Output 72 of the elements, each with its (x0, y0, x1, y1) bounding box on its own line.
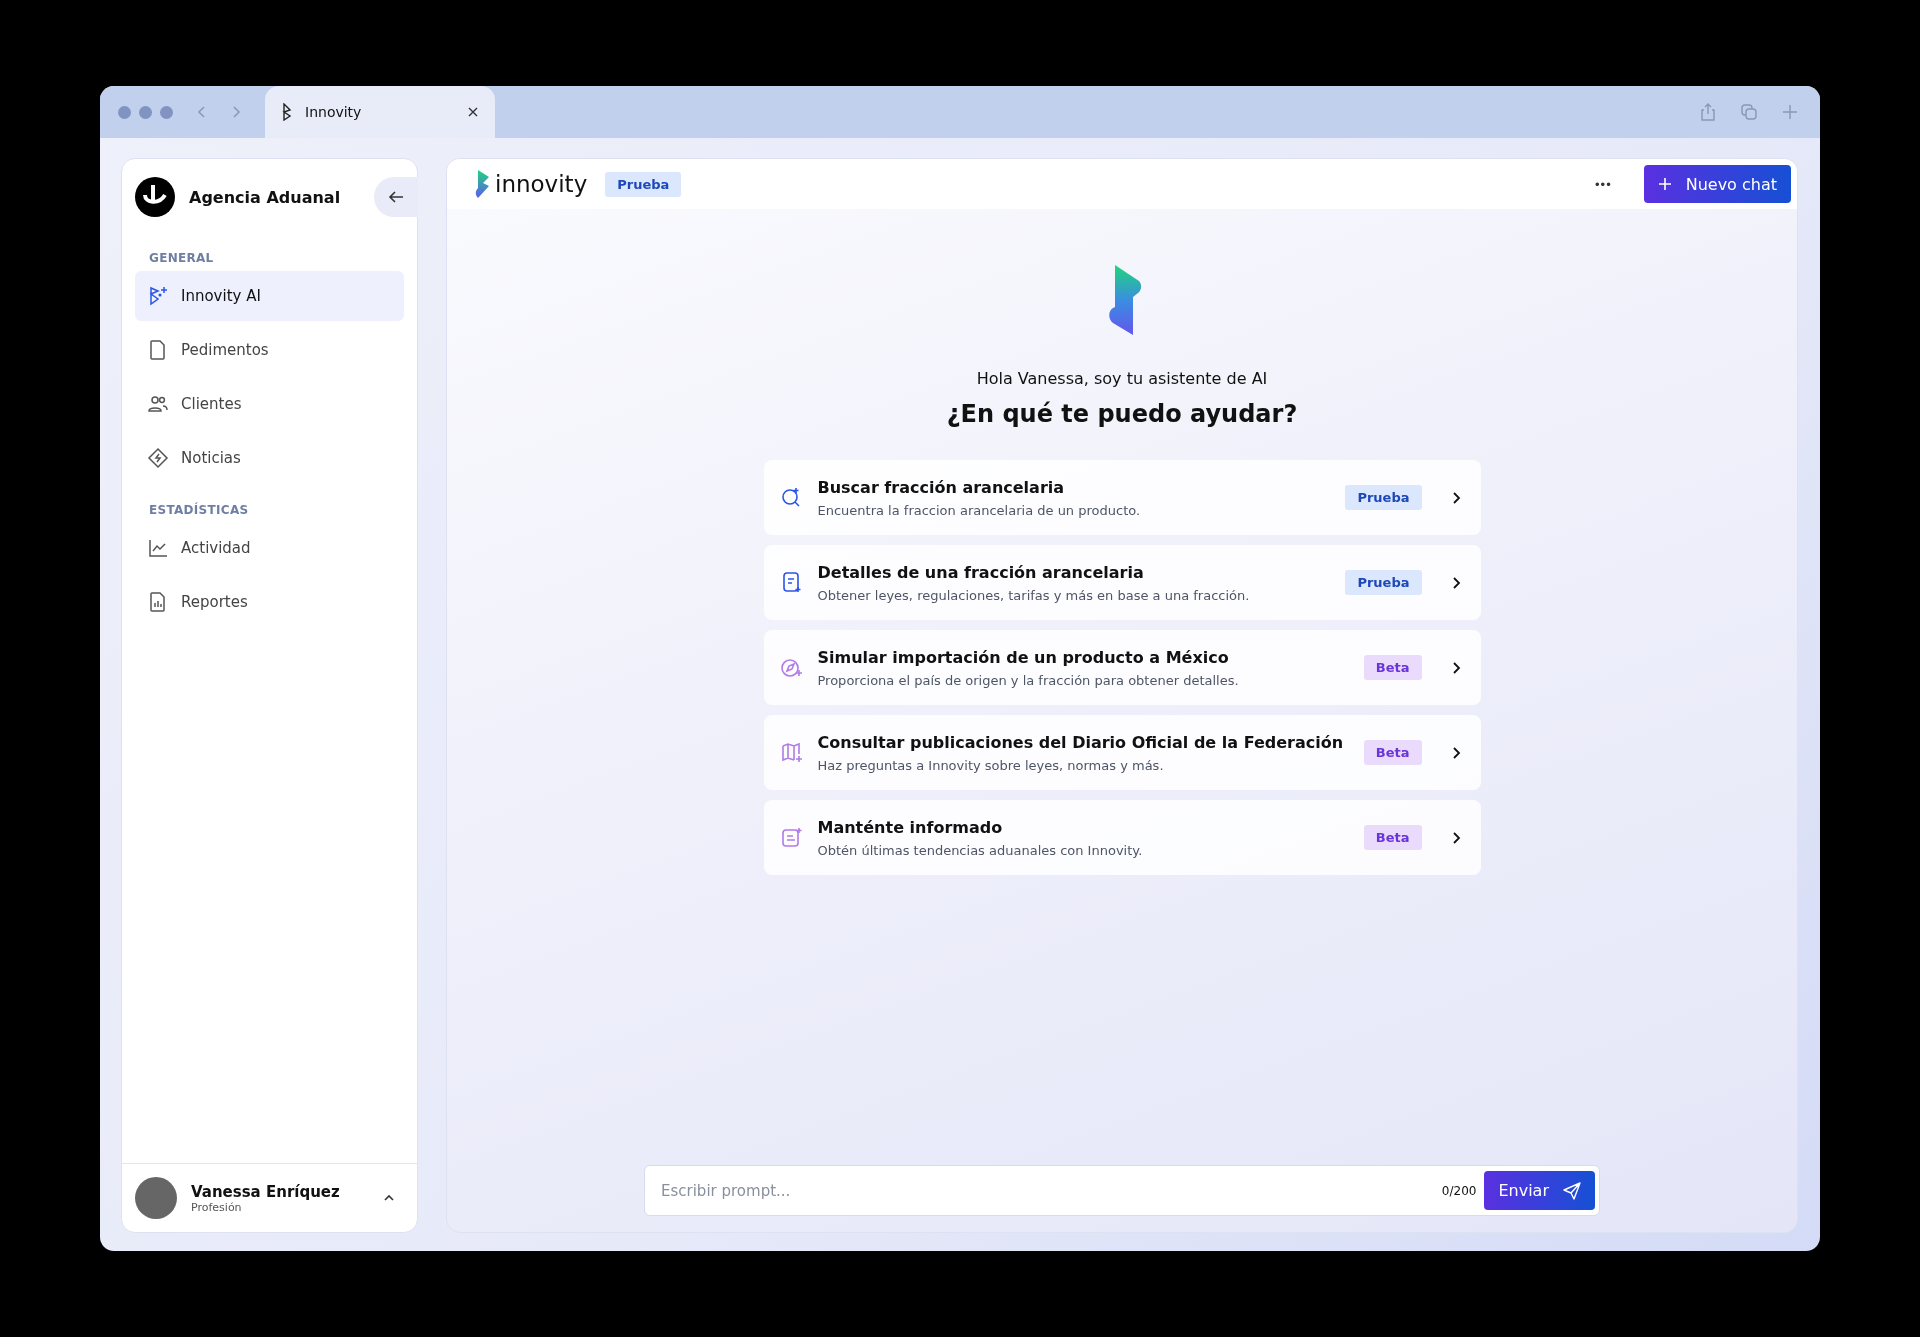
diamond-icon (147, 447, 169, 469)
status-badge: Prueba (1345, 570, 1422, 595)
sidebar-item[interactable]: Actividad (135, 523, 404, 573)
status-badge: Beta (1363, 655, 1422, 680)
prompt-field[interactable]: Escribir prompt... 0/200 Enviar (644, 1165, 1600, 1216)
section-heading: ESTADÍSTICAS (148, 503, 250, 519)
back-icon[interactable] (197, 105, 207, 119)
card-description: Obtén últimas tendencias aduanales con Innovity. (817, 842, 1144, 858)
sidebar-item[interactable]: Reportes (135, 577, 404, 627)
card-title: Manténte informado (817, 817, 1004, 837)
chevron-right-icon (1451, 490, 1461, 505)
window-control-icon[interactable] (139, 105, 152, 119)
greeting-text: Hola Vanessa, soy tu asistente de AI (976, 369, 1268, 388)
org-logo-icon (135, 177, 175, 217)
tabs-icon[interactable] (1740, 103, 1758, 121)
plus-icon (1657, 177, 1672, 191)
brand-name: innovity (495, 171, 588, 197)
status-badge: Prueba (1345, 485, 1422, 510)
sparkle-logo-icon (147, 285, 169, 307)
user-menu[interactable]: Vanessa Enríquez Profesión (122, 1163, 417, 1232)
logo-mark-icon (475, 169, 491, 199)
window-control-icon[interactable] (118, 105, 131, 119)
share-icon[interactable] (1700, 103, 1716, 121)
plus-icon[interactable] (1782, 104, 1798, 120)
character-counter: 0/200 (1441, 1183, 1477, 1198)
chevron-right-icon (1451, 745, 1461, 760)
arrow-left-icon (388, 190, 404, 204)
collapse-sidebar-button[interactable] (374, 177, 418, 217)
card-title: Buscar fracción arancelaria (817, 477, 1066, 497)
book-sparkle-icon (779, 740, 804, 765)
suggestion-card[interactable]: Consultar publicaciones del Diario Oficial de la Federación Haz preguntas a Innovity sobre leyes, normas y más. Beta (763, 715, 1481, 790)
chevron-right-icon (1451, 830, 1461, 845)
new-chat-button[interactable]: Nuevo chat (1643, 165, 1791, 203)
sidebar-item[interactable]: Noticias (135, 433, 404, 483)
chart-line-icon (147, 537, 169, 559)
suggestion-card[interactable]: Simular importación de un producto a México Proporciona el país de origen y la fracción para obtener detalles. Beta (763, 630, 1481, 705)
browser-tab[interactable]: Innovity (265, 86, 495, 138)
avatar (135, 1177, 177, 1219)
users-icon (147, 393, 169, 415)
suggestion-card[interactable]: Manténte informado Obtén últimas tendencias aduanales con Innovity. Beta (763, 800, 1481, 875)
heading: ¿En qué te puedo ayudar? (946, 400, 1298, 428)
card-description: Obtener leyes, regulaciones, tarifas y más en base a una fracción. (817, 587, 1251, 603)
news-sparkle-icon (779, 825, 804, 850)
logo-mark-icon (1109, 265, 1143, 335)
user-role: Profesión (191, 1200, 243, 1214)
logo-icon (281, 103, 293, 121)
card-description: Proporciona el país de origen y la fracción para obtener detalles. (817, 672, 1240, 688)
more-button[interactable]: ••• (1589, 175, 1618, 193)
suggestion-card[interactable]: Detalles de una fracción arancelaria Obtener leyes, regulaciones, tarifas y más en base a una fracción. Prueba (763, 545, 1481, 620)
suggestion-card[interactable]: Buscar fracción arancelaria Encuentra la fraccion arancelaria de un producto. Prueba (763, 460, 1481, 535)
status-badge: Beta (1363, 740, 1422, 765)
sidebar-item[interactable]: Innovity AI (135, 271, 404, 321)
chevron-up-icon (383, 1194, 395, 1202)
send-icon (1563, 1181, 1581, 1200)
chevron-right-icon (1451, 575, 1461, 590)
card-title: Consultar publicaciones del Diario Oficial de la Federación (817, 732, 1345, 752)
card-description: Haz preguntas a Innovity sobre leyes, normas y más. (817, 757, 1165, 773)
section-heading: GENERAL (148, 251, 215, 267)
sidebar-item[interactable]: Clientes (135, 379, 404, 429)
card-title: Simular importación de un producto a México (817, 647, 1230, 667)
organization-name: Agencia Aduanal (189, 187, 341, 207)
send-button[interactable]: Enviar (1484, 1171, 1595, 1210)
sidebar-item[interactable]: Pedimentos (135, 325, 404, 375)
window-control-icon[interactable] (160, 105, 173, 119)
user-name: Vanessa Enríquez (191, 1182, 341, 1201)
status-badge: Beta (1363, 825, 1422, 850)
chevron-right-icon (1451, 660, 1461, 675)
forward-icon[interactable] (231, 105, 241, 119)
card-title: Detalles de una fracción arancelaria (817, 562, 1145, 582)
card-description: Encuentra la fraccion arancelaria de un producto. (817, 502, 1142, 518)
close-icon[interactable] (467, 106, 479, 118)
plan-badge: Prueba (605, 171, 682, 197)
